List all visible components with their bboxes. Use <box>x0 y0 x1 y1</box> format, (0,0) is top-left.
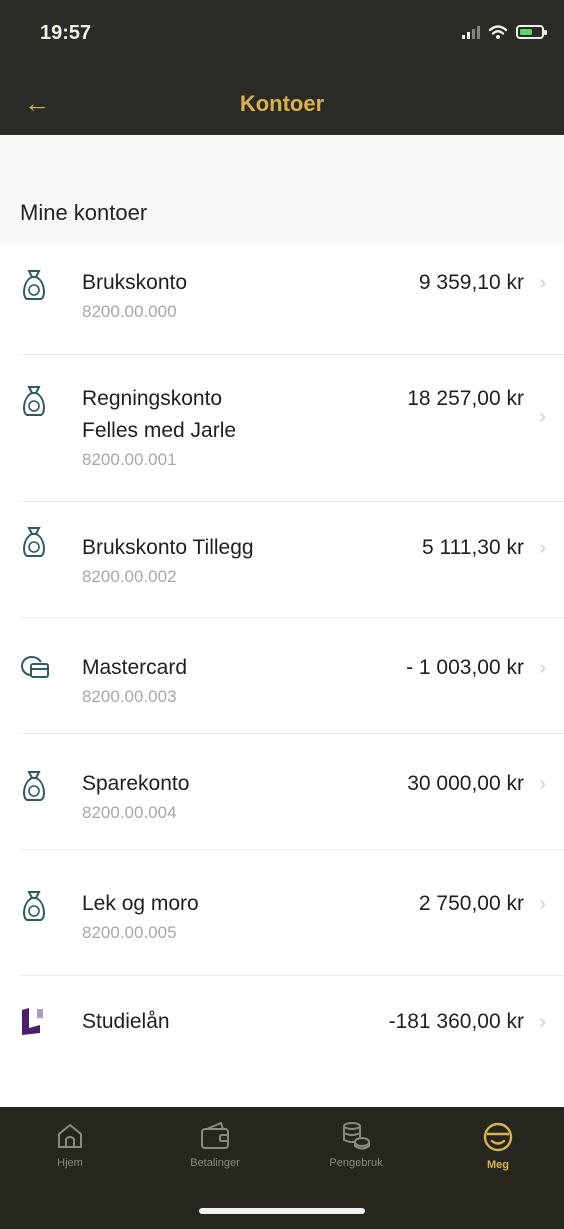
account-name: Regningskonto <box>82 387 223 410</box>
account-balance: 2 750,00 kr <box>418 892 524 915</box>
battery-icon <box>516 25 547 39</box>
account-name: Mastercard <box>82 656 188 679</box>
money-bag-icon <box>23 891 45 921</box>
chevron-right-icon: › <box>539 406 546 428</box>
chevron-right-icon: › <box>539 773 546 795</box>
account-number: 8200.00.002 <box>82 567 177 586</box>
chevron-right-icon: › <box>539 657 546 679</box>
account-row[interactable]: Studielån -181 360,00 kr › <box>0 976 564 1076</box>
home-icon <box>58 1124 82 1148</box>
tab-label: Meg <box>487 1159 509 1171</box>
account-balance: 30 000,00 kr <box>407 772 524 795</box>
tab-meg[interactable]: Meg <box>438 1121 558 1171</box>
lanekassen-logo-icon <box>22 1008 43 1035</box>
account-row[interactable]: Lek og moro 8200.00.005 2 750,00 kr › <box>0 850 564 976</box>
money-bag-icon <box>23 527 45 557</box>
app-header: 19:57 ← Kontoer <box>0 0 564 135</box>
account-name: Sparekonto <box>82 772 190 795</box>
credit-card-icon <box>20 656 49 678</box>
smiley-icon <box>483 1122 513 1152</box>
tab-label: Pengebruk <box>329 1157 383 1169</box>
account-row[interactable]: Regningskonto Felles med Jarle 8200.00.0… <box>0 355 564 502</box>
tab-betalinger[interactable]: Betalinger <box>155 1121 275 1169</box>
chevron-right-icon: › <box>539 1011 546 1033</box>
tab-hjem[interactable]: Hjem <box>10 1121 130 1169</box>
tab-label: Betalinger <box>190 1157 240 1169</box>
account-row[interactable]: Sparekonto 8200.00.004 30 000,00 kr › <box>0 734 564 850</box>
status-time: 19:57 <box>40 22 92 44</box>
section-title: Mine kontoer <box>20 200 148 225</box>
account-balance: -181 360,00 kr <box>388 1010 524 1033</box>
account-name: Lek og moro <box>82 892 199 915</box>
money-bag-icon <box>23 771 45 801</box>
tab-label: Hjem <box>57 1157 83 1169</box>
page-title: Kontoer <box>239 91 325 116</box>
account-name: Studielån <box>82 1010 170 1033</box>
account-balance: 9 359,10 kr <box>418 271 524 294</box>
money-bag-icon <box>23 386 45 416</box>
account-balance: - 1 003,00 kr <box>406 656 524 679</box>
tab-pengebruk[interactable]: Pengebruk <box>296 1121 416 1169</box>
chevron-right-icon: › <box>539 272 546 294</box>
account-number: 8200.00.004 <box>82 803 177 822</box>
account-number: 8200.00.003 <box>82 687 177 706</box>
wallet-icon <box>201 1121 229 1149</box>
account-balance: 5 111,30 kr <box>422 536 524 559</box>
home-indicator <box>199 1208 365 1214</box>
status-icons <box>462 24 547 40</box>
wifi-icon <box>488 25 508 39</box>
account-row[interactable]: Mastercard 8200.00.003 - 1 003,00 kr › <box>0 618 564 734</box>
account-row[interactable]: Brukskonto Tillegg 8200.00.002 5 111,30 … <box>0 502 564 618</box>
account-subname: Felles med Jarle <box>82 419 237 442</box>
chevron-right-icon: › <box>539 537 546 559</box>
account-row[interactable]: Brukskonto 8200.00.000 9 359,10 kr › <box>0 245 564 355</box>
coins-icon <box>343 1122 370 1150</box>
account-name: Brukskonto Tillegg <box>82 536 254 559</box>
account-number: 8200.00.000 <box>82 302 177 321</box>
chevron-right-icon: › <box>539 893 546 915</box>
account-number: 8200.00.005 <box>82 923 177 942</box>
tab-bar: Hjem Betalinger Pengebruk Meg <box>0 1107 564 1229</box>
header-spacer <box>0 135 564 245</box>
account-number: 8200.00.001 <box>82 450 177 469</box>
money-bag-icon <box>23 270 45 300</box>
cellular-signal-icon <box>462 25 480 39</box>
account-balance: 18 257,00 kr <box>407 387 524 410</box>
account-name: Brukskonto <box>82 271 188 294</box>
